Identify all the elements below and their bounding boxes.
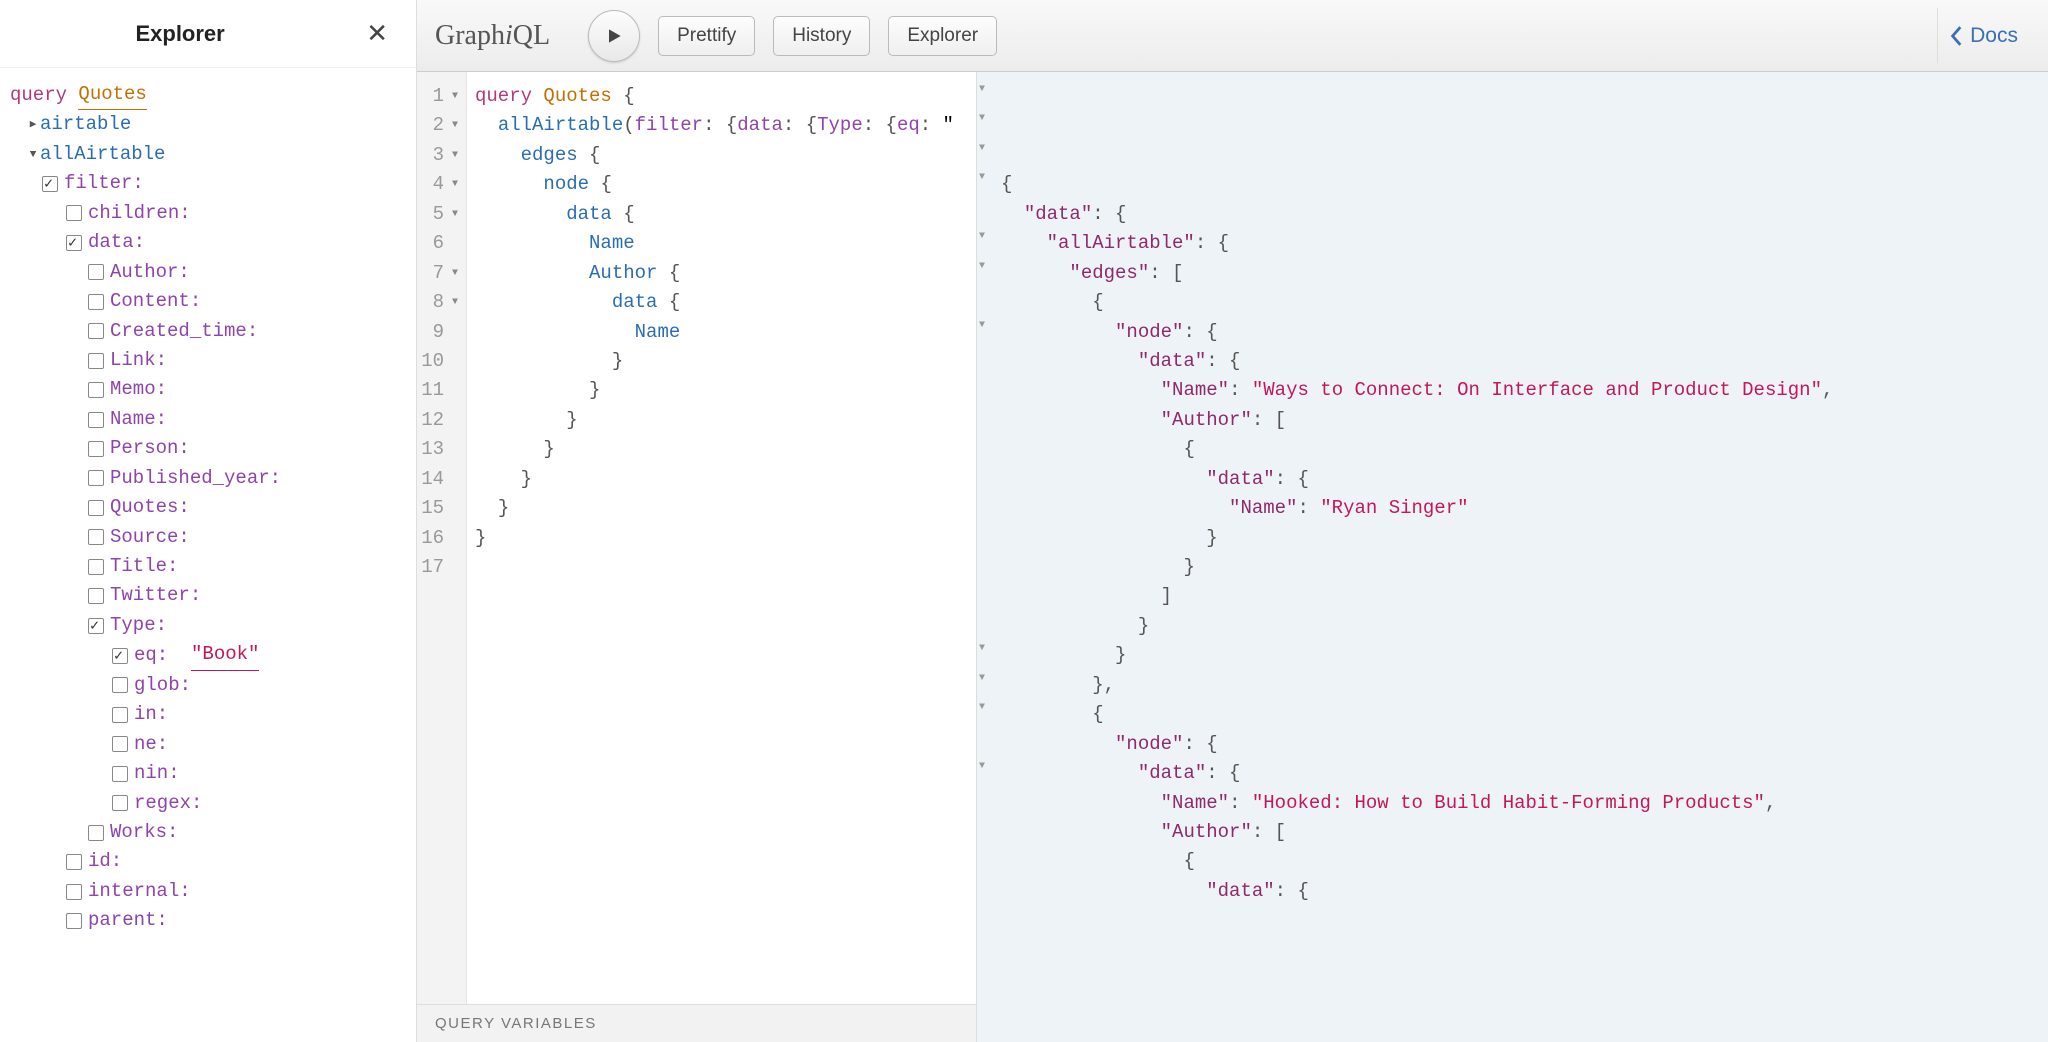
eq-value[interactable]: "Book": [191, 640, 259, 670]
checkbox-datafield[interactable]: [88, 382, 104, 398]
query-pane: 1▼2▼3▼4▼5▼67▼8▼91011121314151617 query Q…: [417, 72, 977, 1042]
play-icon: [604, 26, 624, 46]
tree-item-parent[interactable]: parent:: [10, 906, 406, 935]
query-root: query Quotes: [10, 80, 406, 110]
tree-item-eq[interactable]: eq: "Book": [10, 640, 406, 670]
explorer-header: Explorer ✕: [0, 0, 416, 68]
tree-item-datafield[interactable]: Published_year:: [10, 464, 406, 493]
checkbox-datafield[interactable]: [88, 264, 104, 280]
chevron-left-icon: [1950, 25, 1964, 47]
tree-item-datafield[interactable]: Source:: [10, 523, 406, 552]
checkbox-glob[interactable]: [112, 677, 128, 693]
main-area: GraphiQL Prettify History Explorer Docs …: [417, 0, 2048, 1042]
checkbox-datafield[interactable]: [88, 559, 104, 575]
docs-button[interactable]: Docs: [1937, 8, 2030, 63]
checkbox-eq[interactable]: [112, 648, 128, 664]
checkbox-datafield[interactable]: [88, 441, 104, 457]
tree-item-filter[interactable]: filter:: [10, 169, 406, 198]
checkbox-type[interactable]: [88, 618, 104, 634]
checkbox-internal[interactable]: [66, 884, 82, 900]
history-button[interactable]: History: [773, 16, 870, 56]
tree-item-glob[interactable]: glob:: [10, 671, 406, 700]
tree-item-id[interactable]: id:: [10, 847, 406, 876]
checkbox-datafield[interactable]: [88, 294, 104, 310]
checkbox-parent[interactable]: [66, 913, 82, 929]
tree-item-datafield[interactable]: Twitter:: [10, 581, 406, 610]
checkbox-children[interactable]: [66, 205, 82, 221]
code-body[interactable]: query Quotes { allAirtable(filter: {data…: [467, 72, 976, 1004]
tree-item-airtable[interactable]: airtable: [10, 110, 406, 139]
checkbox-datafield[interactable]: [88, 500, 104, 516]
tree-item-type[interactable]: Type:: [10, 611, 406, 640]
query-variables-bar[interactable]: Query Variables: [417, 1004, 976, 1042]
checkbox-filter[interactable]: [42, 176, 58, 192]
tree-item-regex[interactable]: regex:: [10, 789, 406, 818]
query-keyword: query: [10, 81, 67, 110]
checkbox-datafield[interactable]: [88, 353, 104, 369]
editor-area: 1▼2▼3▼4▼5▼67▼8▼91011121314151617 query Q…: [417, 72, 2048, 1042]
caret-right-icon[interactable]: [26, 114, 40, 136]
tree-item-datafield[interactable]: Quotes:: [10, 493, 406, 522]
checkbox-datafield[interactable]: [88, 529, 104, 545]
tree-item-ne[interactable]: ne:: [10, 730, 406, 759]
tree-item-datafield[interactable]: Title:: [10, 552, 406, 581]
graphiql-logo: GraphiQL: [435, 20, 550, 52]
explorer-tree: query Quotes airtable allAirtable filter…: [0, 68, 416, 948]
tree-item-works[interactable]: Works:: [10, 818, 406, 847]
checkbox-ne[interactable]: [112, 736, 128, 752]
checkbox-nin[interactable]: [112, 766, 128, 782]
tree-item-allairtable[interactable]: allAirtable: [10, 140, 406, 169]
explorer-button[interactable]: Explorer: [888, 16, 997, 56]
tree-item-data[interactable]: data:: [10, 228, 406, 257]
tree-item-datafield[interactable]: Memo:: [10, 375, 406, 404]
tree-item-datafield[interactable]: Created_time:: [10, 317, 406, 346]
tree-item-datafield[interactable]: Name:: [10, 405, 406, 434]
checkbox-datafield[interactable]: [88, 323, 104, 339]
checkbox-datafield[interactable]: [88, 470, 104, 486]
tree-item-datafield[interactable]: Person:: [10, 434, 406, 463]
prettify-button[interactable]: Prettify: [658, 16, 755, 56]
tree-item-datafield[interactable]: Content:: [10, 287, 406, 316]
checkbox-in[interactable]: [112, 707, 128, 723]
checkbox-data[interactable]: [66, 235, 82, 251]
checkbox-datafield[interactable]: [88, 588, 104, 604]
tree-item-nin[interactable]: nin:: [10, 759, 406, 788]
checkbox-datafield[interactable]: [88, 412, 104, 428]
checkbox-works[interactable]: [88, 825, 104, 841]
line-gutter: 1▼2▼3▼4▼5▼67▼8▼91011121314151617: [417, 72, 467, 1004]
query-editor[interactable]: 1▼2▼3▼4▼5▼67▼8▼91011121314151617 query Q…: [417, 72, 976, 1004]
checkbox-id[interactable]: [66, 854, 82, 870]
execute-button[interactable]: [588, 10, 640, 62]
tree-item-datafield[interactable]: Author:: [10, 258, 406, 287]
tree-item-internal[interactable]: internal:: [10, 877, 406, 906]
caret-down-icon[interactable]: [26, 144, 40, 166]
explorer-panel: Explorer ✕ query Quotes airtable allAirt…: [0, 0, 417, 1042]
tree-item-children[interactable]: children:: [10, 199, 406, 228]
checkbox-regex[interactable]: [112, 795, 128, 811]
close-icon[interactable]: ✕: [360, 18, 394, 49]
tree-item-in[interactable]: in:: [10, 700, 406, 729]
result-pane[interactable]: ▼▼▼▼▼▼▼▼▼▼▼ { "data": { "allAirtable": {…: [977, 72, 2048, 1042]
explorer-title: Explorer: [0, 21, 360, 47]
operation-name[interactable]: Quotes: [78, 80, 146, 110]
tree-item-datafield[interactable]: Link:: [10, 346, 406, 375]
toolbar: GraphiQL Prettify History Explorer Docs: [417, 0, 2048, 72]
